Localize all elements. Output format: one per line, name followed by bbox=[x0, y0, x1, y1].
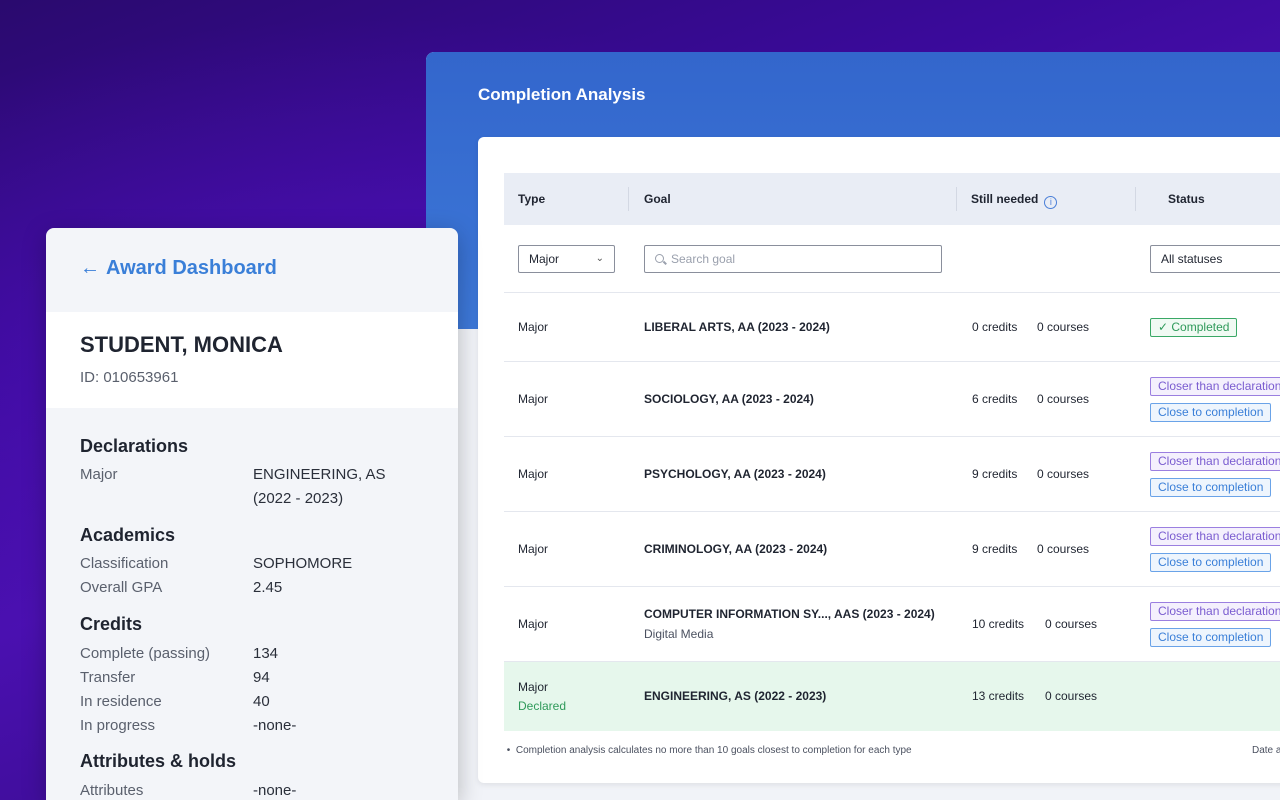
column-header-goal[interactable]: Goal bbox=[630, 173, 671, 225]
row-credits: 0 credits bbox=[972, 320, 1018, 334]
column-header-still-needed-label: Still needed bbox=[971, 192, 1039, 206]
table-header: Type Goal Still needed i Status bbox=[504, 173, 1280, 225]
table-row[interactable]: Major PSYCHOLOGY, AA (2023 - 2024) 9 cre… bbox=[504, 437, 1280, 512]
in-residence-label: In residence bbox=[80, 693, 162, 710]
table-row[interactable]: Major SOCIOLOGY, AA (2023 - 2024) 6 cred… bbox=[504, 362, 1280, 437]
completion-table-card: Type Goal Still needed i Status Major ⌄ S… bbox=[478, 137, 1280, 783]
row-goal: CRIMINOLOGY, AA (2023 - 2024) bbox=[644, 542, 828, 556]
in-residence-value: 40 bbox=[253, 693, 270, 710]
row-courses: 0 courses bbox=[1045, 689, 1098, 703]
arrow-left-icon: ← bbox=[80, 257, 100, 279]
row-goal: LIBERAL ARTS, AA (2023 - 2024) bbox=[644, 320, 830, 334]
row-goal: SOCIOLOGY, AA (2023 - 2024) bbox=[644, 392, 814, 406]
status-badge-closer: Closer than declaration bbox=[1150, 377, 1280, 396]
student-id: ID: 010653961 bbox=[80, 369, 179, 386]
award-dashboard-header: ← Award Dashboard bbox=[46, 228, 458, 312]
gpa-label: Overall GPA bbox=[80, 579, 163, 596]
back-link-label: Award Dashboard bbox=[106, 257, 277, 279]
search-icon bbox=[655, 254, 664, 263]
classification-value: SOPHOMORE bbox=[253, 555, 353, 572]
type-filter-value: Major bbox=[529, 252, 560, 266]
filter-row: Major ⌄ Search goal All statuses bbox=[504, 225, 1280, 293]
footnote-date: Date a bbox=[1252, 745, 1280, 756]
column-divider bbox=[628, 187, 629, 211]
major-value: ENGINEERING, AS (2022 - 2023) bbox=[253, 463, 386, 511]
completion-analysis-window: Completion Analysis Type Goal Still need… bbox=[426, 52, 1280, 800]
chevron-down-icon: ⌄ bbox=[595, 253, 604, 264]
column-divider bbox=[1135, 187, 1136, 211]
row-credits: 6 credits bbox=[972, 392, 1018, 406]
table-row-declared[interactable]: Major Declared ENGINEERING, AS (2022 - 2… bbox=[504, 662, 1280, 731]
status-badge-close: Close to completion bbox=[1150, 403, 1272, 422]
attributes-value: -none- bbox=[253, 782, 297, 799]
goal-search-placeholder: Search goal bbox=[671, 252, 736, 266]
row-credits: 13 credits bbox=[972, 689, 1025, 703]
status-filter-select[interactable]: All statuses bbox=[1150, 245, 1280, 273]
row-type: Major bbox=[518, 542, 549, 556]
info-icon[interactable]: i bbox=[1044, 196, 1058, 209]
declarations-heading: Declarations bbox=[80, 436, 189, 456]
student-name: STUDENT, MONICA bbox=[80, 332, 283, 357]
student-info: STUDENT, MONICA ID: 010653961 bbox=[46, 312, 458, 408]
table-row[interactable]: Major COMPUTER INFORMATION SY..., AAS (2… bbox=[504, 587, 1280, 662]
status-badge-closer: Closer than declaration bbox=[1150, 527, 1280, 546]
transfer-value: 94 bbox=[253, 669, 270, 686]
complete-passing-value: 134 bbox=[253, 645, 279, 662]
in-progress-label: In progress bbox=[80, 717, 156, 734]
row-courses: 0 courses bbox=[1045, 617, 1098, 631]
complete-passing-label: Complete (passing) bbox=[80, 645, 211, 662]
status-badge-completed: ✓ Completed bbox=[1150, 318, 1238, 337]
column-header-still-needed[interactable]: Still needed i bbox=[957, 173, 1058, 225]
row-type: Major bbox=[518, 617, 549, 631]
attributes-holds-heading: Attributes & holds bbox=[80, 751, 236, 771]
row-goal-subtitle: Digital Media bbox=[644, 627, 714, 641]
transfer-label: Transfer bbox=[80, 669, 136, 686]
row-credits: 9 credits bbox=[972, 542, 1018, 556]
award-dashboard-panel: ← Award Dashboard STUDENT, MONICA ID: 010… bbox=[46, 228, 458, 800]
back-to-award-dashboard-link[interactable]: ← Award Dashboard bbox=[80, 257, 277, 280]
type-filter-select[interactable]: Major ⌄ bbox=[518, 245, 615, 273]
status-badge-closer: Closer than declaration bbox=[1150, 602, 1280, 621]
goal-search-input[interactable]: Search goal bbox=[644, 245, 942, 273]
status-badge-close: Close to completion bbox=[1150, 478, 1272, 497]
gpa-value: 2.45 bbox=[253, 579, 283, 596]
row-courses: 0 courses bbox=[1037, 542, 1090, 556]
table-row[interactable]: Major CRIMINOLOGY, AA (2023 - 2024) 9 cr… bbox=[504, 512, 1280, 587]
row-courses: 0 courses bbox=[1037, 320, 1090, 334]
column-header-status[interactable]: Status bbox=[1154, 173, 1205, 225]
status-badge-close: Close to completion bbox=[1150, 553, 1272, 572]
row-type: Major bbox=[518, 320, 549, 334]
row-type: Major bbox=[518, 467, 549, 481]
status-badge-closer: Closer than declaration bbox=[1150, 452, 1280, 471]
credits-heading: Credits bbox=[80, 614, 143, 634]
row-credits: 9 credits bbox=[972, 467, 1018, 481]
row-credits: 10 credits bbox=[972, 617, 1025, 631]
major-value-line2: (2022 - 2023) bbox=[253, 490, 344, 507]
declared-label: Declared bbox=[518, 699, 567, 713]
status-badge-close: Close to completion bbox=[1150, 628, 1272, 647]
row-type: Major bbox=[518, 392, 549, 406]
page-title: Completion Analysis bbox=[478, 85, 646, 104]
column-header-type[interactable]: Type bbox=[504, 173, 545, 225]
major-label: Major bbox=[80, 466, 118, 483]
major-value-line1: ENGINEERING, AS bbox=[253, 466, 386, 483]
in-progress-value: -none- bbox=[253, 717, 297, 734]
attributes-label: Attributes bbox=[80, 782, 144, 799]
row-courses: 0 courses bbox=[1037, 467, 1090, 481]
footnote-text: Completion analysis calculates no more t… bbox=[515, 745, 912, 756]
academics-heading: Academics bbox=[80, 525, 176, 545]
footnote: • Completion analysis calculates no more… bbox=[504, 745, 912, 756]
row-courses: 0 courses bbox=[1037, 392, 1090, 406]
row-goal: ENGINEERING, AS (2022 - 2023) bbox=[644, 689, 827, 703]
row-type: Major bbox=[518, 680, 549, 694]
status-filter-value: All statuses bbox=[1161, 252, 1223, 266]
row-goal: COMPUTER INFORMATION SY..., AAS (2023 - … bbox=[644, 607, 935, 621]
classification-label: Classification bbox=[80, 555, 169, 572]
table-row[interactable]: Major LIBERAL ARTS, AA (2023 - 2024) 0 c… bbox=[504, 293, 1280, 362]
row-goal: PSYCHOLOGY, AA (2023 - 2024) bbox=[644, 467, 826, 481]
